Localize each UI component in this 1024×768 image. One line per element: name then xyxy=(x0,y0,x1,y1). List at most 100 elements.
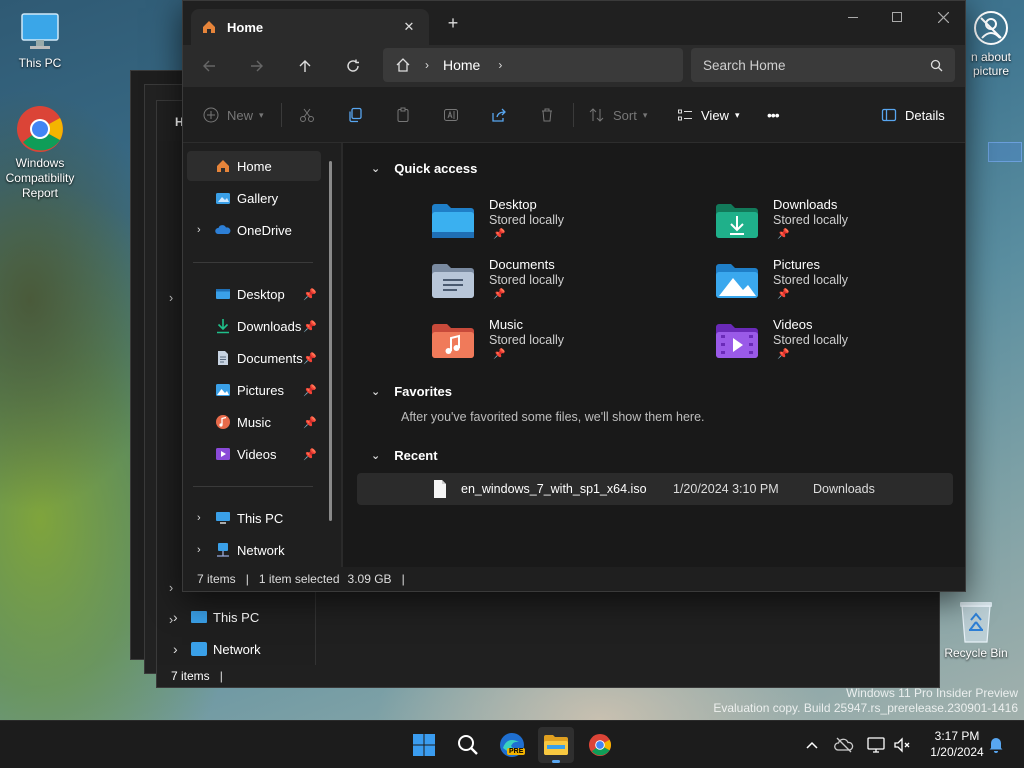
pin-icon[interactable]: 📌 xyxy=(777,229,789,240)
cut-button[interactable] xyxy=(299,101,315,129)
pin-icon[interactable]: 📌 xyxy=(303,448,317,461)
forward-button[interactable] xyxy=(243,53,271,79)
chevron-down-icon: ▾ xyxy=(734,109,740,120)
pin-icon[interactable]: 📌 xyxy=(303,320,317,333)
partial-desktop-icon[interactable]: n about picture xyxy=(958,10,1024,78)
pictures-icon xyxy=(215,382,231,398)
quick-access-desktop[interactable]: Desktop Stored locally 📌 xyxy=(431,197,691,247)
clock[interactable]: 3:17 PM 1/20/2024 xyxy=(926,728,988,760)
back-nav-this-pc[interactable]: › This PC xyxy=(161,603,311,631)
nav-item-gallery[interactable]: Gallery xyxy=(187,183,321,213)
breadcrumb-home[interactable]: Home xyxy=(443,57,480,73)
desktop-icon-compat-report[interactable]: Windows Compatibility Report xyxy=(0,104,80,201)
nav-item-downloads[interactable]: Downloads 📌 xyxy=(187,311,321,341)
chrome-button[interactable] xyxy=(582,727,618,763)
quick-access-name: Pictures xyxy=(773,257,820,272)
status-bar: 7 items | 1 item selected 3.09 GB | xyxy=(183,567,965,591)
new-tab-button[interactable]: + xyxy=(441,13,465,34)
quick-access-name: Desktop xyxy=(489,197,537,212)
up-button[interactable] xyxy=(291,53,319,79)
nav-item-videos[interactable]: Videos 📌 xyxy=(187,439,321,469)
pin-icon[interactable]: 📌 xyxy=(303,416,317,429)
paste-button[interactable] xyxy=(395,101,411,129)
volume-tray-button[interactable] xyxy=(892,735,912,755)
nav-item-label: Home xyxy=(237,158,272,174)
display-tray-button[interactable] xyxy=(866,735,886,755)
quick-access-pictures[interactable]: Pictures Stored locally 📌 xyxy=(715,257,975,307)
new-button[interactable]: New ▾ xyxy=(203,101,264,129)
more-options-button[interactable]: ••• xyxy=(767,101,780,129)
pin-icon[interactable]: 📌 xyxy=(777,289,789,300)
back-nav-network[interactable]: › Network xyxy=(161,635,311,663)
nav-item-this-pc[interactable]: › This PC xyxy=(187,503,321,533)
tab-close-button[interactable]: ✕ xyxy=(399,19,419,35)
notifications-button[interactable] xyxy=(988,735,1006,755)
pin-icon[interactable]: 📌 xyxy=(493,349,505,360)
delete-button[interactable] xyxy=(539,101,555,129)
details-button[interactable]: Details xyxy=(881,101,945,129)
quick-access-documents[interactable]: Documents Stored locally 📌 xyxy=(431,257,691,307)
tab-home[interactable]: Home ✕ xyxy=(191,9,429,45)
refresh-button[interactable] xyxy=(339,53,367,79)
pin-icon[interactable]: 📌 xyxy=(493,229,505,240)
section-favorites[interactable]: ⌄ Favorites xyxy=(371,384,452,399)
file-explorer-button[interactable] xyxy=(538,727,574,763)
rename-button[interactable] xyxy=(443,101,459,129)
nav-item-label: Pictures xyxy=(237,382,284,398)
sort-button[interactable]: Sort ▾ xyxy=(589,101,647,129)
section-recent[interactable]: ⌄ Recent xyxy=(371,448,438,463)
pin-icon[interactable]: 📌 xyxy=(303,288,317,301)
refresh-icon xyxy=(347,59,359,72)
search-button[interactable] xyxy=(450,727,486,763)
arrow-left-icon xyxy=(203,60,215,72)
nav-item-home[interactable]: Home xyxy=(187,151,321,181)
pin-icon[interactable]: 📌 xyxy=(303,384,317,397)
quick-access-downloads[interactable]: Downloads Stored locally 📌 xyxy=(715,197,975,247)
back-chevron[interactable]: › xyxy=(169,291,173,305)
share-button[interactable] xyxy=(491,101,507,129)
title-bar[interactable]: Home ✕ + xyxy=(183,1,965,45)
nav-item-network[interactable]: › Network xyxy=(187,535,321,565)
nav-item-documents[interactable]: Documents 📌 xyxy=(187,343,321,373)
new-label: New xyxy=(227,107,254,123)
nav-item-music[interactable]: Music 📌 xyxy=(187,407,321,437)
clipboard-icon xyxy=(397,107,409,122)
section-quick-access[interactable]: ⌄ Quick access xyxy=(371,161,477,176)
recent-file-row[interactable]: en_windows_7_with_sp1_x64.iso 1/20/2024 … xyxy=(357,473,953,505)
desktop-icon-label: Recycle Bin xyxy=(944,646,1008,660)
minimize-icon xyxy=(848,16,858,18)
edge-canary-button[interactable]: PRE xyxy=(494,727,530,763)
pin-icon[interactable]: 📌 xyxy=(777,349,789,360)
nav-item-pictures[interactable]: Pictures 📌 xyxy=(187,375,321,405)
explorer-window[interactable]: Home ✕ + › Home › Search Home New ▾ Sort… xyxy=(182,0,966,592)
chevron-right-icon[interactable]: › xyxy=(197,544,201,556)
view-button[interactable]: View ▾ xyxy=(677,101,739,129)
nav-item-onedrive[interactable]: › OneDrive xyxy=(187,215,321,245)
quick-access-videos[interactable]: Videos Stored locally 📌 xyxy=(715,317,975,367)
copy-button[interactable] xyxy=(347,101,363,129)
back-button[interactable] xyxy=(195,53,223,79)
nav-item-desktop[interactable]: Desktop 📌 xyxy=(187,279,321,309)
maximize-button[interactable] xyxy=(881,7,913,27)
section-title: Favorites xyxy=(394,384,453,399)
breadcrumb-chevron-icon[interactable]: › xyxy=(498,58,502,72)
pin-icon[interactable]: 📌 xyxy=(303,352,317,365)
nav-scrollbar[interactable] xyxy=(329,161,332,521)
chevron-right-icon: › xyxy=(173,609,178,625)
chevron-right-icon[interactable]: › xyxy=(197,512,201,524)
close-button[interactable] xyxy=(927,7,959,27)
chevron-right-icon[interactable]: › xyxy=(197,224,201,236)
desktop-icon-this-pc[interactable]: This PC xyxy=(0,10,80,70)
pin-icon[interactable]: 📌 xyxy=(493,289,505,300)
recycle-bin-icon xyxy=(956,598,996,644)
search-box[interactable]: Search Home xyxy=(691,48,955,82)
start-button[interactable] xyxy=(406,727,442,763)
quick-access-music[interactable]: Music Stored locally 📌 xyxy=(431,317,691,367)
desktop-icon-recycle-bin[interactable]: Recycle Bin xyxy=(936,598,1016,660)
back-chevron[interactable]: › xyxy=(169,581,173,595)
onedrive-tray-button[interactable] xyxy=(834,735,854,755)
minimize-button[interactable] xyxy=(837,7,869,27)
search-input[interactable]: Search Home xyxy=(703,58,930,73)
address-bar[interactable]: › Home › xyxy=(383,48,683,82)
show-hidden-icons-button[interactable] xyxy=(804,737,820,753)
